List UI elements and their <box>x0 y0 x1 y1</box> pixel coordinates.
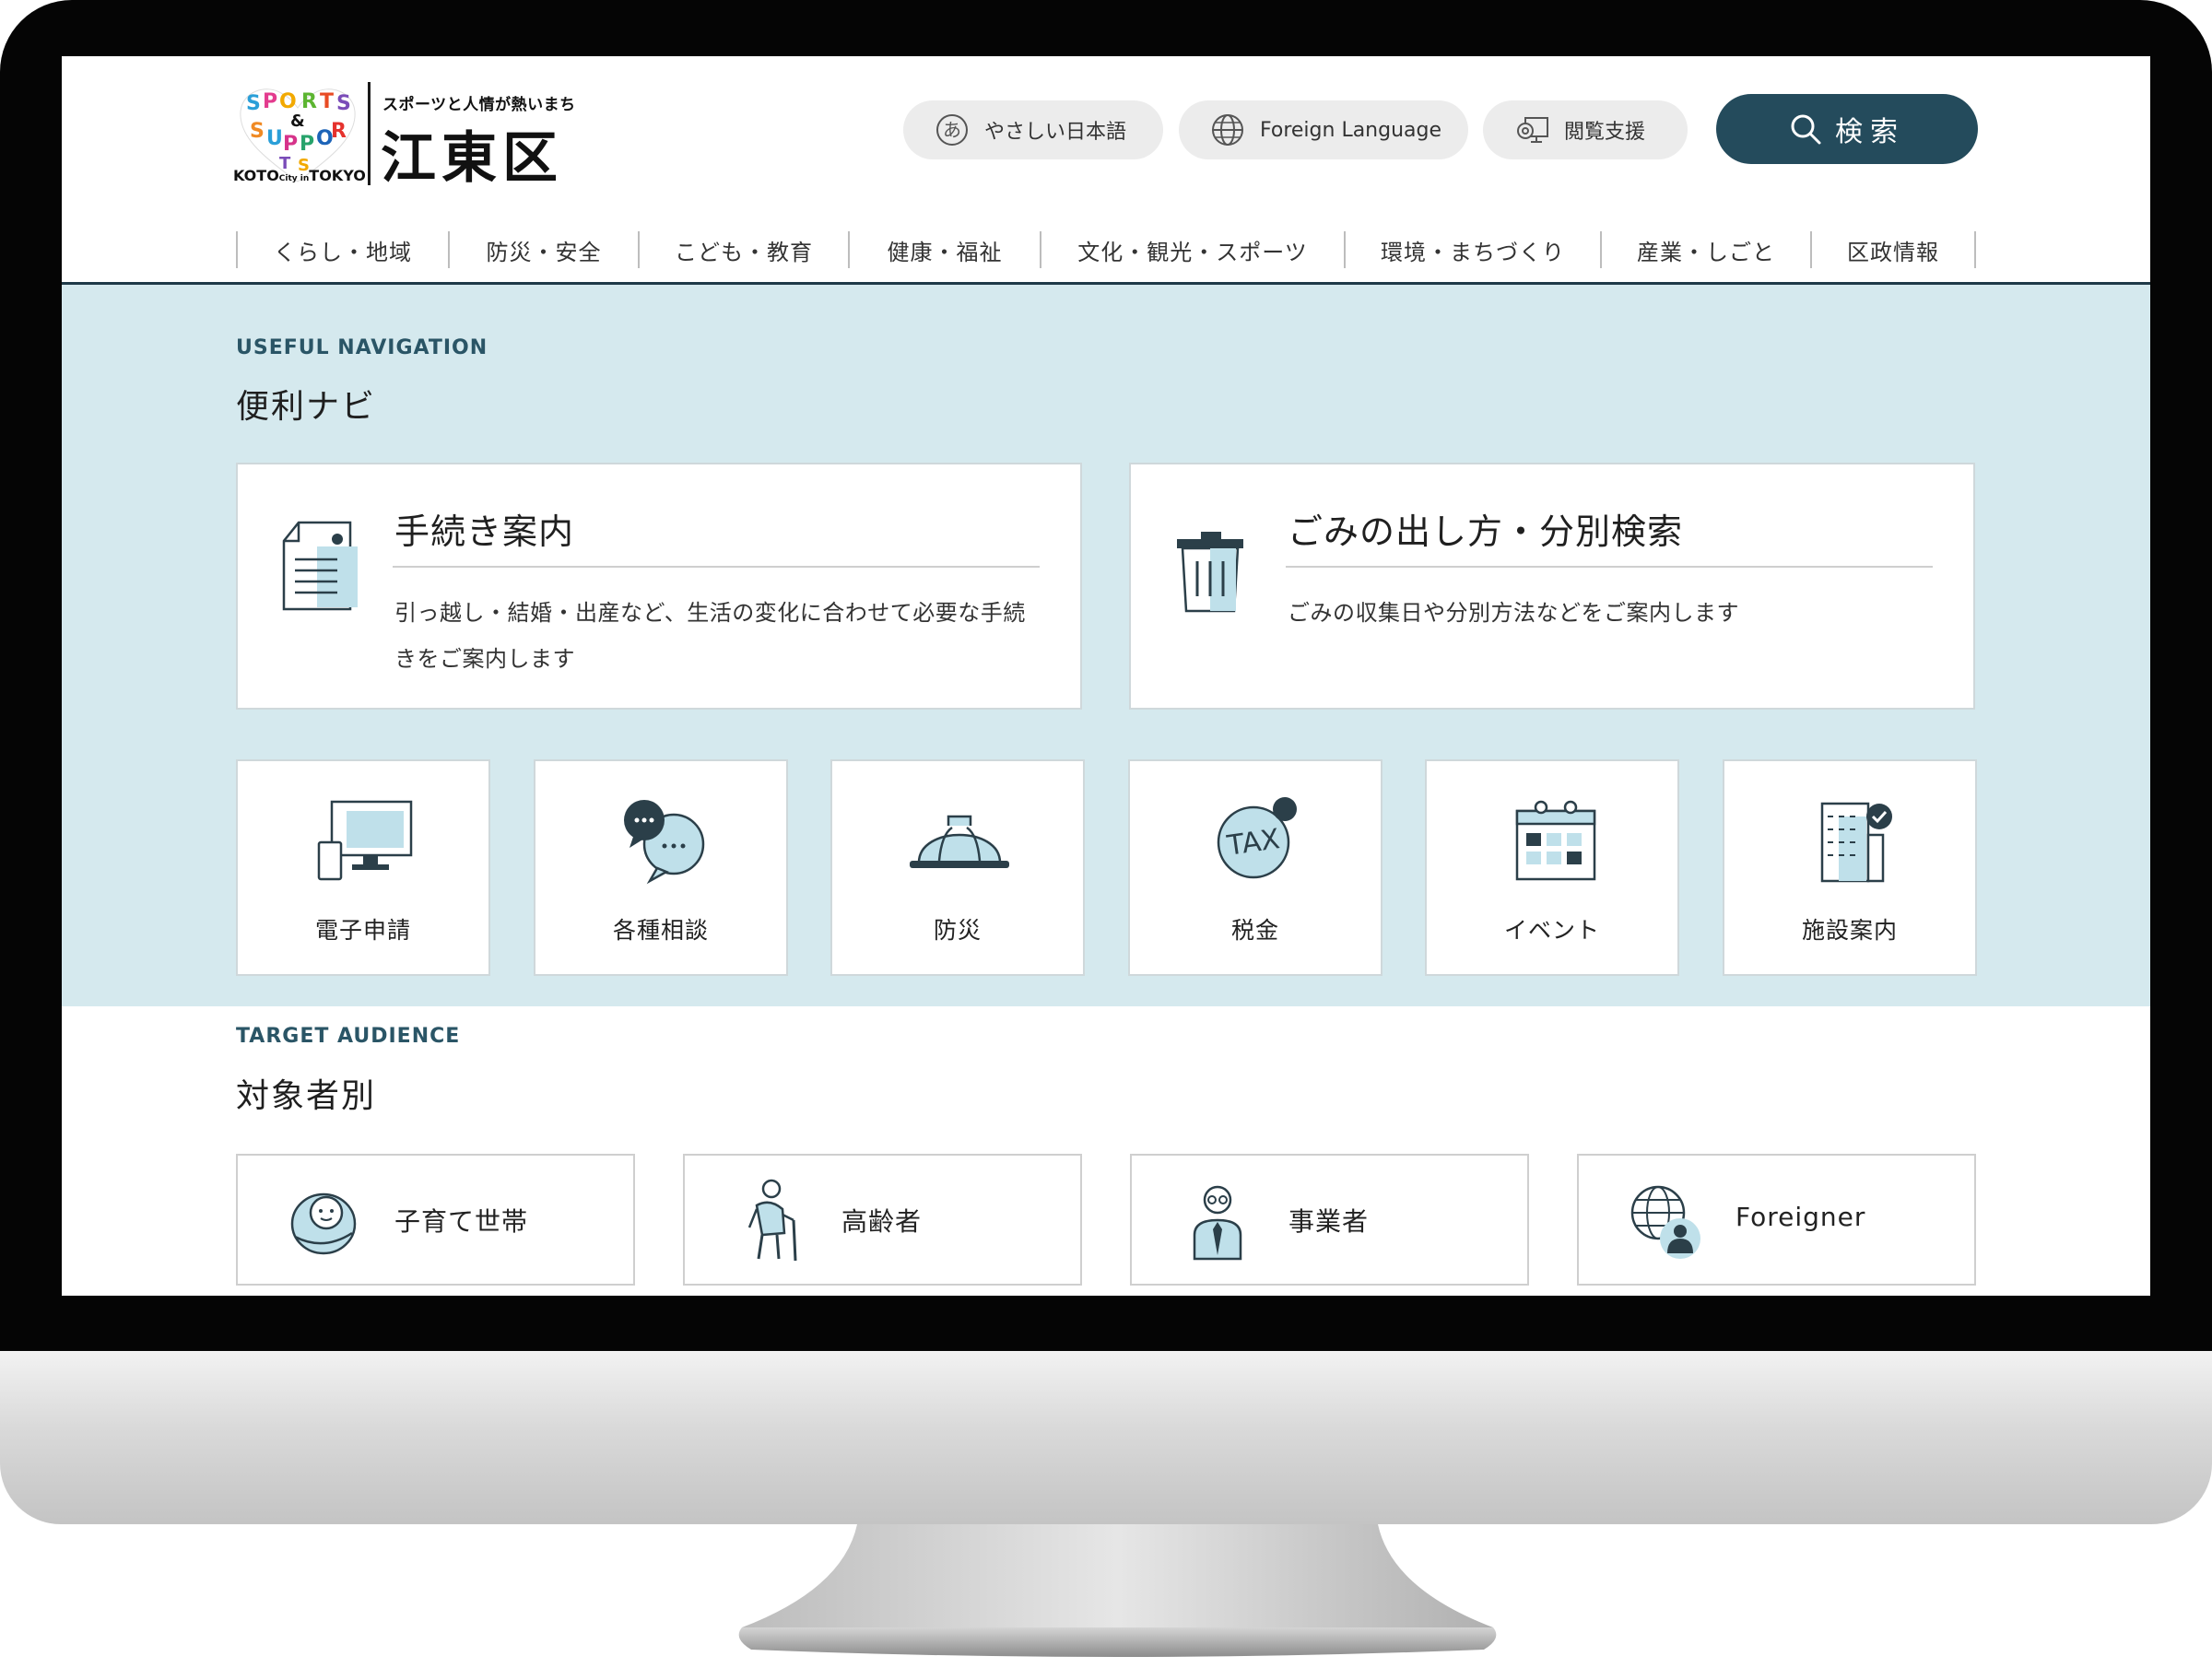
computer-icon <box>317 800 413 881</box>
trash-can-icon <box>1177 532 1243 613</box>
gear-monitor-icon <box>1517 117 1548 143</box>
foreigner-label: Foreigner <box>1735 1202 1866 1232</box>
logo-divider <box>368 82 371 185</box>
chat-bubbles-icon <box>624 800 705 885</box>
garbage-card[interactable]: ごみの出し方・分別検索 ごみの収集日や分別方法などをご案内します <box>1129 463 1975 710</box>
svg-text:S: S <box>336 92 351 115</box>
search-label: 検索 <box>1835 116 1905 148</box>
target-title: 対象者別 <box>236 1077 377 1115</box>
garbage-title: ごみの出し方・分別検索 <box>1288 511 1684 552</box>
logo-subtitle: KOTOCity inTOKYO <box>233 167 366 184</box>
facilities-label: 施設案内 <box>1801 917 1898 944</box>
site-logo-name[interactable]: 江東区 <box>381 113 563 194</box>
helmet-icon <box>910 815 1009 868</box>
svg-text:U: U <box>266 127 283 150</box>
procedures-card[interactable]: 手続き案内 引っ越し・結婚・出産など、生活の変化に合わせて必要な手続きをご案内し… <box>236 463 1082 710</box>
events-card[interactable]: イベント <box>1425 759 1679 976</box>
nav-item-living[interactable]: くらし・地域 <box>236 231 448 268</box>
foreign-language-button[interactable]: Foreign Language <box>1179 100 1468 159</box>
events-label: イベント <box>1503 917 1600 944</box>
procedures-desc: 引っ越し・結婚・出産など、生活の変化に合わせて必要な手続きをご案内します <box>394 600 1026 672</box>
nav-item-safety[interactable]: 防災・安全 <box>448 231 638 268</box>
search-button[interactable]: 検索 <box>1716 94 1978 164</box>
disaster-prevention-label: 防災 <box>933 917 982 944</box>
useful-eyebrow: USEFUL NAVIGATION <box>236 336 488 359</box>
monitor-chin <box>0 1351 2212 1524</box>
business-label: 事業者 <box>1288 1206 1370 1237</box>
tax-icon: TAX <box>1217 797 1297 879</box>
audience-elderly[interactable]: 高齢者 <box>683 1154 1082 1286</box>
svg-text:R: R <box>301 90 317 113</box>
svg-text:P: P <box>300 133 314 156</box>
card-divider <box>393 566 1040 568</box>
businessperson-icon <box>1193 1185 1242 1261</box>
svg-text:P: P <box>263 90 277 113</box>
monitor-stand <box>738 1524 1497 1657</box>
calendar-icon <box>1515 800 1596 881</box>
building-icon <box>1820 802 1892 883</box>
target-audience-section: TARGET AUDIENCE 対象者別 子育て世帯 高齢者 事業者 Forei… <box>62 1006 2150 1296</box>
search-icon <box>1791 114 1821 145</box>
svg-text:あ: あ <box>943 119 961 141</box>
svg-text:T: T <box>320 90 334 113</box>
families-label: 子育て世帯 <box>394 1206 529 1237</box>
useful-title: 便利ナビ <box>236 388 377 426</box>
easy-japanese-button[interactable]: あ やさしい日本語 <box>903 100 1163 159</box>
target-eyebrow: TARGET AUDIENCE <box>236 1025 461 1048</box>
nav-item-education[interactable]: こども・教育 <box>638 231 848 268</box>
global-nav: くらし・地域 防災・安全 こども・教育 健康・福祉 文化・観光・スポーツ 環境・… <box>236 231 1976 268</box>
elderly-icon <box>747 1179 797 1262</box>
nav-item-government[interactable]: 区政情報 <box>1810 231 1976 268</box>
facilities-card[interactable]: 施設案内 <box>1723 759 1977 976</box>
elderly-label: 高齢者 <box>841 1206 923 1237</box>
hiragana-a-icon: あ <box>936 114 968 146</box>
nav-item-health[interactable]: 健康・福祉 <box>848 231 1040 268</box>
consultation-card[interactable]: 各種相談 <box>534 759 788 976</box>
globe-icon <box>1212 114 1243 146</box>
audience-business[interactable]: 事業者 <box>1130 1154 1529 1286</box>
useful-navigation-section: USEFUL NAVIGATION 便利ナビ 手続き案内 引っ越し・結婚・出産な… <box>62 285 2150 1006</box>
nav-item-industry[interactable]: 産業・しごと <box>1600 231 1810 268</box>
tax-card[interactable]: TAX 税金 <box>1128 759 1382 976</box>
svg-text:R: R <box>331 120 347 143</box>
svg-text:S: S <box>250 120 265 143</box>
browsing-support-label: 閲覧支援 <box>1564 121 1646 144</box>
tax-label: 税金 <box>1230 917 1279 944</box>
e-application-card[interactable]: 電子申請 <box>236 759 490 976</box>
audience-foreigner[interactable]: Foreigner <box>1577 1154 1976 1286</box>
easy-japanese-label: やさしい日本語 <box>984 121 1127 144</box>
foreign-language-label: Foreign Language <box>1260 118 1442 142</box>
svg-text:P: P <box>283 133 298 156</box>
site-header: SPO RTS & SUP POR TS スポーツと人情が熱いまち 江東区 KO… <box>62 56 2150 285</box>
svg-text:O: O <box>279 90 297 113</box>
baby-icon <box>290 1192 357 1255</box>
document-icon <box>282 521 358 611</box>
e-application-label: 電子申請 <box>314 917 411 944</box>
consultation-label: 各種相談 <box>612 917 709 944</box>
svg-text:S: S <box>246 92 261 115</box>
logo-tagline: スポーツと人情が熱いまち <box>382 96 576 114</box>
card-divider <box>1286 566 1933 568</box>
browsing-support-button[interactable]: 閲覧支援 <box>1483 100 1688 159</box>
svg-text:&: & <box>290 112 305 131</box>
procedures-title: 手続き案内 <box>394 511 575 552</box>
garbage-desc: ごみの収集日や分別方法などをご案内します <box>1288 600 1739 626</box>
nav-item-environment[interactable]: 環境・まちづくり <box>1344 231 1600 268</box>
screen: SPO RTS & SUP POR TS スポーツと人情が熱いまち 江東区 KO… <box>62 56 2150 1296</box>
nav-item-culture[interactable]: 文化・観光・スポーツ <box>1040 231 1344 268</box>
disaster-prevention-card[interactable]: 防災 <box>830 759 1085 976</box>
audience-families[interactable]: 子育て世帯 <box>236 1154 635 1286</box>
globe-person-icon <box>1630 1185 1700 1259</box>
